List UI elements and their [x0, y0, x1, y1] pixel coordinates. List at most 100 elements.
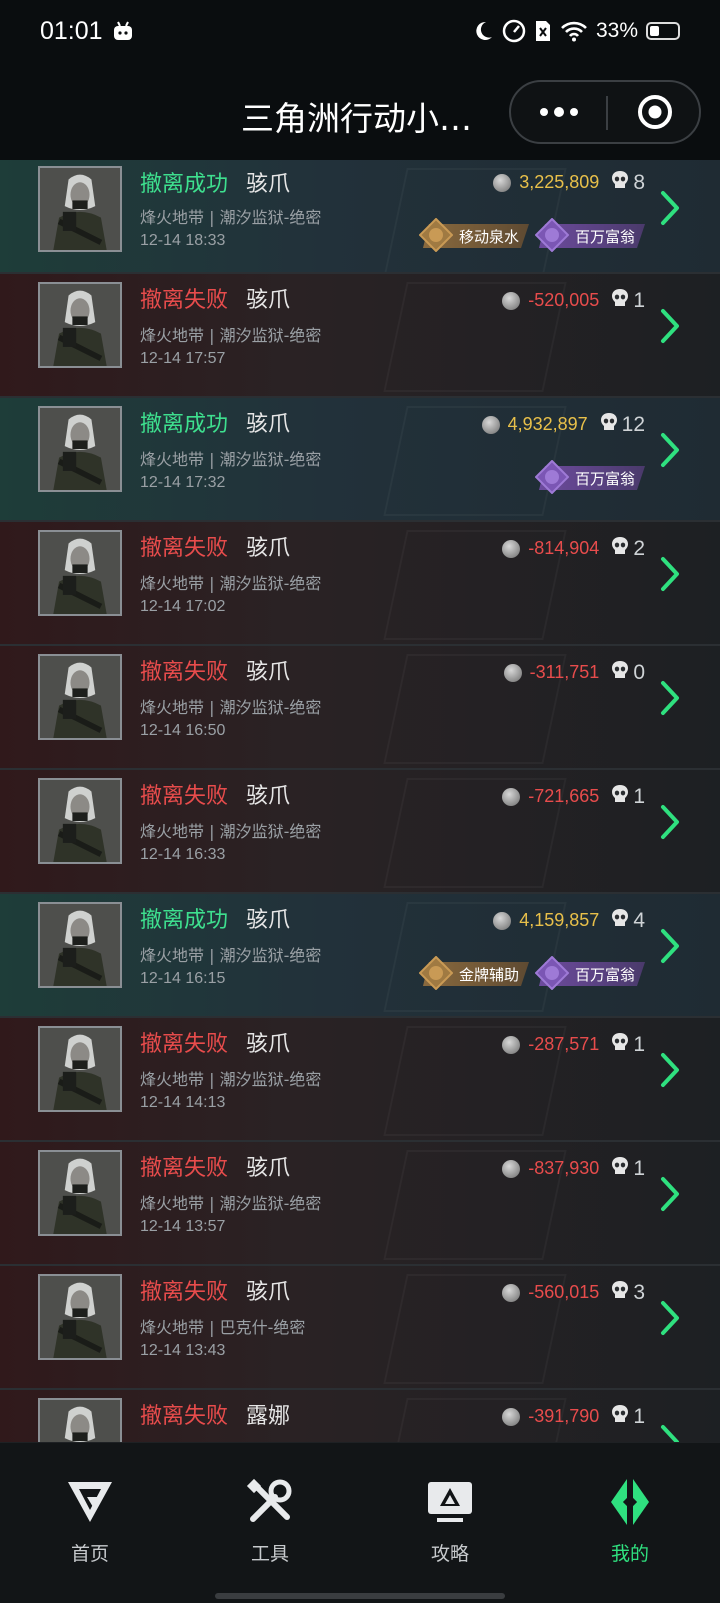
- nav-home-label: 首页: [70, 1543, 109, 1565]
- match-time: 12-14 14:13: [140, 1094, 226, 1111]
- asset-value: -814,904: [528, 538, 600, 558]
- record-stats: -560,015 3: [502, 1280, 645, 1305]
- battery-percent: 33%: [595, 19, 638, 42]
- dot-icon: [553, 107, 564, 117]
- match-record-row[interactable]: 撤离失败 露娜 -391,790 1: [0, 1390, 720, 1442]
- coin-icon: [502, 291, 521, 310]
- operator-avatar: [38, 654, 122, 740]
- match-record-row[interactable]: 撤离失败 骇爪 烽火地带 | 潮汐监狱-绝密 12-14 14:13 -287,571 1: [0, 1018, 720, 1142]
- coin-icon: [502, 787, 521, 806]
- extraction-result: 撤离成功: [140, 908, 229, 933]
- operator-name: 骇爪: [246, 1156, 291, 1181]
- page-title: 三角洲行动小…: [241, 99, 472, 138]
- match-record-row[interactable]: 撤离失败 骇爪 烽火地带 | 巴克什-绝密 12-14 13:43 -560,015 3: [0, 1266, 720, 1390]
- map-name: 烽火地带 | 巴克什-绝密: [140, 1318, 306, 1337]
- nav-mine-label: 我的: [610, 1543, 649, 1565]
- chevron-right-icon[interactable]: [660, 432, 680, 468]
- operator-name: 骇爪: [246, 1280, 291, 1305]
- operator-name: 骇爪: [246, 412, 291, 437]
- chevron-right-icon[interactable]: [660, 680, 680, 716]
- kill-count: 1: [633, 1032, 645, 1056]
- sim-off-icon: [535, 21, 550, 41]
- asset-value: -721,665: [528, 786, 600, 806]
- skull-icon: [611, 784, 629, 809]
- badge-list: 移动泉水 百万富翁: [418, 218, 645, 252]
- mine-logo-icon: [611, 1479, 649, 1525]
- nav-mine[interactable]: 我的: [570, 1477, 690, 1566]
- operator-avatar: [38, 1398, 122, 1442]
- match-record-row[interactable]: 撤离失败 骇爪 烽火地带 | 潮汐监狱-绝密 12-14 13:57 -837,930 1: [0, 1142, 720, 1266]
- more-options-button[interactable]: [511, 82, 606, 142]
- match-record-row[interactable]: 撤离失败 骇爪 烽火地带 | 潮汐监狱-绝密 12-14 16:33 -721,665 1: [0, 770, 720, 894]
- chevron-right-icon[interactable]: [660, 190, 680, 226]
- chevron-right-icon[interactable]: [660, 928, 680, 964]
- map-name: 烽火地带 | 潮汐监狱-绝密: [140, 450, 322, 469]
- asset-value: -560,015: [528, 1282, 600, 1302]
- status-bar: 01:01 33%: [0, 0, 720, 64]
- chevron-right-icon[interactable]: [660, 1300, 680, 1336]
- achievement-badge: 移动泉水: [418, 218, 529, 252]
- kill-count: 8: [633, 170, 645, 194]
- operator-name: 骇爪: [246, 660, 291, 685]
- nav-tools[interactable]: 工具: [210, 1477, 330, 1566]
- kill-count: 1: [633, 288, 645, 312]
- operator-name: 露娜: [246, 1404, 291, 1429]
- badge-list: 金牌辅助 百万富翁: [418, 956, 645, 990]
- chevron-right-icon[interactable]: [660, 804, 680, 840]
- status-time: 01:01: [40, 17, 103, 45]
- extraction-result: 撤离失败: [140, 784, 229, 809]
- badge-label: 金牌辅助: [458, 965, 519, 984]
- extraction-result: 撤离失败: [140, 1156, 229, 1181]
- operator-avatar: [38, 902, 122, 988]
- asset-value: -391,790: [528, 1406, 600, 1426]
- match-record-row[interactable]: 撤离成功 骇爪 烽火地带 | 潮汐监狱-绝密 12-14 17:32 4,932,897…: [0, 398, 720, 522]
- match-time: 12-14 18:33: [140, 232, 226, 249]
- dot-icon: [569, 108, 578, 116]
- skull-icon: [611, 908, 629, 933]
- extraction-result: 撤离失败: [140, 660, 229, 685]
- close-mini-program-button[interactable]: [608, 82, 701, 142]
- match-record-row[interactable]: 撤离失败 骇爪 烽火地带 | 潮汐监狱-绝密 12-14 17:57 -520,005 1: [0, 274, 720, 398]
- chevron-right-icon[interactable]: [660, 556, 680, 592]
- record-stats: -391,790 1: [502, 1404, 645, 1429]
- extraction-result: 撤离失败: [140, 1404, 229, 1429]
- operator-avatar: [38, 1150, 122, 1236]
- kill-count: 2: [633, 536, 645, 560]
- home-indicator: [215, 1593, 505, 1599]
- extraction-result: 撤离成功: [140, 172, 229, 197]
- match-time: 12-14 17:32: [140, 474, 226, 491]
- nav-guide[interactable]: 攻略: [390, 1477, 510, 1566]
- match-record-row[interactable]: 撤离失败 骇爪 烽火地带 | 潮汐监狱-绝密 12-14 17:02 -814,904 2: [0, 522, 720, 646]
- bottom-navigation: 首页 工具 攻略 我的: [0, 1442, 720, 1603]
- badge-label: 百万富翁: [574, 965, 635, 984]
- record-stats: 4,159,857 4: [493, 908, 645, 933]
- record-stats: -520,005 1: [502, 288, 645, 313]
- match-record-row[interactable]: 撤离成功 骇爪 烽火地带 | 潮汐监狱-绝密 12-14 18:33 3,225,809…: [0, 160, 720, 274]
- nav-home[interactable]: 首页: [30, 1477, 150, 1566]
- guide-monitor-icon: [428, 1482, 472, 1522]
- chevron-right-icon[interactable]: [660, 1052, 680, 1088]
- match-record-row[interactable]: 撤离成功 骇爪 烽火地带 | 潮汐监狱-绝密 12-14 16:15 4,159,857…: [0, 894, 720, 1018]
- match-record-list: 撤离成功 骇爪 烽火地带 | 潮汐监狱-绝密 12-14 18:33 3,225,809…: [0, 160, 720, 1442]
- map-name: 烽火地带 | 潮汐监狱-绝密: [140, 1194, 322, 1213]
- skull-icon: [611, 170, 629, 195]
- chevron-right-icon[interactable]: [660, 1424, 680, 1442]
- kill-count: 0: [633, 660, 645, 684]
- match-record-row[interactable]: 撤离失败 骇爪 烽火地带 | 潮汐监狱-绝密 12-14 16:50 -311,751 0: [0, 646, 720, 770]
- record-stats: -814,904 2: [502, 536, 645, 561]
- record-stats: 3,225,809 8: [493, 170, 645, 195]
- chevron-right-icon[interactable]: [660, 308, 680, 344]
- extraction-result: 撤离失败: [140, 1032, 229, 1057]
- match-time: 12-14 13:57: [140, 1218, 226, 1235]
- notification-app-icon: [114, 21, 132, 40]
- chevron-right-icon[interactable]: [660, 1176, 680, 1212]
- match-time: 12-14 16:33: [140, 846, 226, 863]
- kill-count: 1: [633, 1156, 645, 1180]
- operator-avatar: [38, 1274, 122, 1360]
- kill-count: 12: [621, 412, 645, 436]
- extraction-result: 撤离失败: [140, 536, 229, 561]
- record-stats: -311,751 0: [503, 660, 645, 685]
- record-stats: 4,932,897 12: [481, 412, 645, 437]
- achievement-badge: 金牌辅助: [418, 956, 529, 990]
- coin-icon: [502, 1159, 521, 1178]
